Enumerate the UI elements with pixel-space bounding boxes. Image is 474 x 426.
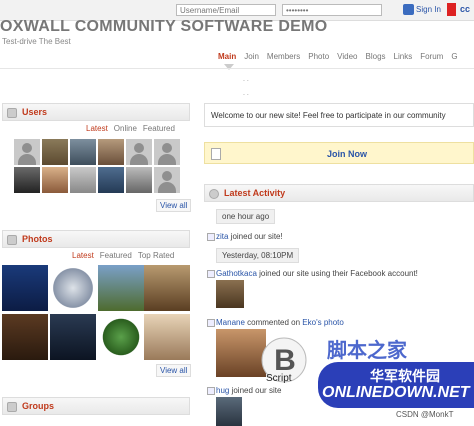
latest-activity-title: Latest Activity (224, 188, 286, 198)
clock-icon (209, 189, 219, 199)
photo-thumbnail[interactable] (50, 265, 96, 311)
activity-item: Manane commented on Eko's photo (216, 318, 344, 327)
activity-text: joined our site! (228, 232, 283, 241)
nav-item-photo[interactable]: Photo (308, 52, 329, 61)
photo-thumbnail[interactable] (144, 265, 190, 311)
user-avatar[interactable] (14, 139, 40, 165)
activity-user-link[interactable]: zita (216, 232, 228, 241)
tab-latest-users[interactable]: Latest (86, 124, 108, 133)
groups-title: Groups (22, 401, 55, 411)
tab-featured-photos[interactable]: Featured (100, 251, 132, 260)
nav-item-links[interactable]: Links (394, 52, 413, 61)
groups-box-header: Groups (2, 397, 190, 415)
watermark-csdn: CSDN @MonkT (396, 410, 454, 419)
user-avatar[interactable] (126, 139, 152, 165)
tab-online-users[interactable]: Online (114, 124, 137, 133)
photo-thumbnail[interactable] (98, 314, 144, 360)
users-tabs: Latest Online Featured (80, 124, 175, 133)
activity-user-link[interactable]: Gathotkaca (216, 269, 257, 278)
nav-item-video[interactable]: Video (337, 52, 357, 61)
user-avatar[interactable] (126, 167, 152, 193)
nav-item-more[interactable]: G (451, 52, 457, 61)
username-input[interactable]: Username/Email (176, 4, 276, 16)
activity-text: joined our site (229, 386, 282, 395)
nav-item-join[interactable]: Join (244, 52, 259, 61)
photo-thumbnail[interactable] (98, 265, 144, 311)
activity-icon (207, 387, 215, 395)
watermark-script-text: Script (266, 373, 292, 384)
nav-item-main[interactable]: Main (218, 52, 236, 61)
tab-latest-photos[interactable]: Latest (72, 251, 94, 260)
tab-top-rated-photos[interactable]: Top Rated (138, 251, 174, 260)
watermark-onlinedown-text: ONLINEDOWN.NET (322, 384, 470, 401)
activity-icon (207, 233, 215, 241)
nav-item-blogs[interactable]: Blogs (366, 52, 386, 61)
activity-photo[interactable] (216, 329, 266, 377)
users-box-header: Users (2, 103, 190, 121)
password-input[interactable]: •••••••• (282, 4, 382, 16)
document-icon (211, 148, 221, 160)
latest-activity-header: Latest Activity (204, 184, 474, 202)
photos-title: Photos (22, 234, 53, 244)
nav-item-forum[interactable]: Forum (420, 52, 443, 61)
user-avatar[interactable] (42, 167, 68, 193)
user-avatar[interactable] (98, 167, 124, 193)
activity-item: hug joined our site (216, 386, 281, 395)
join-now-bar: Join Now (204, 142, 474, 164)
activity-avatar[interactable] (216, 397, 242, 426)
connect-link[interactable]: cc (460, 4, 470, 14)
users-title: Users (22, 107, 48, 117)
join-now-button[interactable]: Join Now (327, 149, 367, 159)
photos-box-header: Photos (2, 230, 190, 248)
site-tagline: Test-drive The Best (2, 37, 71, 46)
activity-target-link[interactable]: Eko's photo (302, 318, 344, 327)
timestamp-badge: Yesterday, 08:10PM (216, 248, 300, 263)
user-avatar[interactable] (154, 139, 180, 165)
activity-user-link[interactable]: Manane (216, 318, 245, 327)
photo-thumbnail[interactable] (2, 314, 48, 360)
users-icon (7, 108, 17, 118)
activity-icon (207, 319, 215, 327)
user-avatar[interactable] (70, 139, 96, 165)
activity-text: joined our site using their Facebook acc… (256, 269, 418, 278)
photo-thumbnail[interactable] (2, 265, 48, 311)
main-nav: Main Join Members Photo Video Blogs Link… (218, 52, 466, 61)
photo-thumbnail[interactable] (144, 314, 190, 360)
photos-view-all-link[interactable]: View all (156, 364, 192, 377)
nav-divider (0, 68, 474, 69)
nav-item-members[interactable]: Members (267, 52, 300, 61)
site-title[interactable]: OXWALL COMMUNITY SOFTWARE DEMO (0, 18, 328, 36)
photos-icon (7, 235, 17, 245)
watermark-hj-cn: 华军软件园 (370, 368, 440, 384)
activity-item: zita joined our site! (216, 232, 283, 241)
ellipsis-dots: . . (243, 76, 249, 83)
photos-tabs: Latest Featured Top Rated (66, 251, 174, 260)
activity-item: Gathotkaca joined our site using their F… (216, 269, 418, 278)
welcome-message: Welcome to our new site! Feel free to pa… (204, 103, 474, 127)
activity-text: commented on (244, 318, 303, 327)
photo-thumbnail[interactable] (50, 314, 96, 360)
signin-icon[interactable] (403, 4, 414, 15)
user-avatar[interactable] (14, 167, 40, 193)
user-avatar[interactable] (154, 167, 180, 193)
activity-icon (207, 270, 215, 278)
timestamp-badge: one hour ago (216, 209, 276, 224)
ellipsis-dots: . . (243, 90, 249, 97)
signin-link[interactable]: Sign In (416, 5, 441, 14)
groups-icon (7, 402, 17, 412)
user-avatar[interactable] (98, 139, 124, 165)
users-view-all-link[interactable]: View all (156, 199, 192, 212)
watermark-jb-cn: 脚本之家 (327, 340, 407, 362)
activity-avatar[interactable] (216, 280, 244, 308)
tab-featured-users[interactable]: Featured (143, 124, 175, 133)
activity-user-link[interactable]: hug (216, 386, 229, 395)
user-avatar[interactable] (70, 167, 96, 193)
user-avatar[interactable] (42, 139, 68, 165)
active-nav-indicator (224, 64, 234, 70)
facebook-icon[interactable] (447, 3, 456, 16)
